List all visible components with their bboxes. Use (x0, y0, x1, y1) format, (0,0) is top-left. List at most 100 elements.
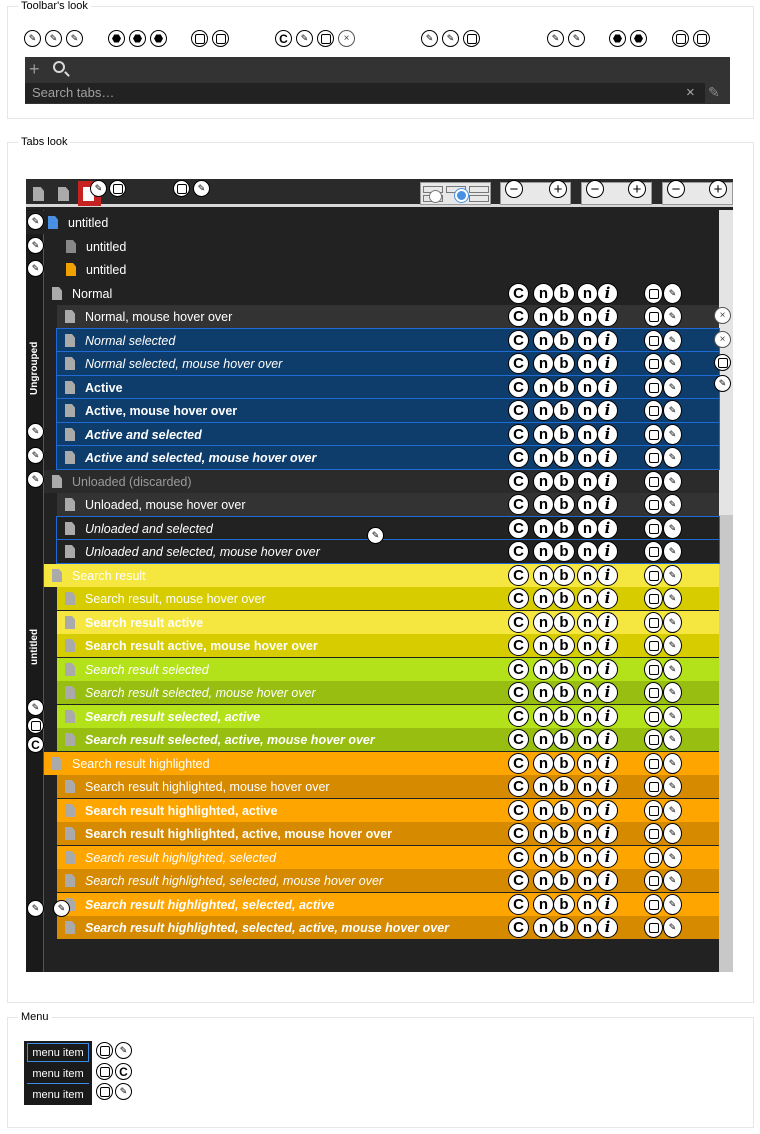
tab-row[interactable]: Search result selected, mouse hover over (57, 681, 719, 704)
tab-row[interactable]: Unloaded, mouse hover over (57, 493, 719, 516)
paint-bucket-icon: ✎ (115, 1042, 132, 1059)
b-letter-icon: b (553, 353, 575, 374)
tab-row[interactable]: Search result highlighted, active, mouse… (57, 822, 719, 845)
tab-row[interactable]: Search result highlighted, active (57, 799, 719, 822)
n-letter-icon: n (577, 729, 598, 750)
close-icon[interactable]: × (686, 84, 695, 101)
n-letter-icon: n (577, 518, 598, 539)
square-icon (644, 729, 663, 750)
search-icon[interactable] (53, 61, 65, 73)
n-letter-icon: n (577, 847, 598, 868)
tab-row[interactable]: Search result highlighted, mouse hover o… (57, 775, 719, 798)
c-letter-icon: C (508, 588, 529, 609)
document-icon (65, 592, 75, 605)
square-icon (317, 30, 334, 47)
tab-label: Search result highlighted, mouse hover o… (85, 779, 330, 794)
zoom-out-icon[interactable]: − (505, 180, 523, 198)
tab-row[interactable]: Unloaded and selected (56, 516, 720, 541)
scrollbar[interactable] (719, 210, 733, 972)
paint-bucket-icon: ✎ (296, 30, 313, 47)
n-letter-icon: n (577, 917, 598, 938)
n-letter-icon: n (533, 424, 554, 445)
square-icon (644, 447, 663, 468)
hexagon-icon (108, 30, 125, 47)
square-icon (463, 30, 480, 47)
menu-item[interactable]: menu item (27, 1043, 89, 1062)
tab-row[interactable]: Normal selected (56, 328, 720, 353)
n-letter-icon: n (533, 471, 554, 492)
c-letter-icon: C (508, 424, 529, 445)
tab-label: Normal, mouse hover over (85, 309, 233, 324)
zoom-in-icon[interactable]: + (549, 180, 567, 198)
radio-button[interactable] (429, 190, 442, 203)
tab-label: Active (85, 380, 123, 395)
tab-row[interactable]: Active and selected, mouse hover over (56, 445, 720, 470)
tab-row[interactable]: Search result active (57, 611, 719, 634)
square-icon (644, 588, 663, 609)
square-icon (644, 870, 663, 891)
tab-label: Normal selected, mouse hover over (85, 356, 283, 371)
tab-row[interactable]: Search result selected, active, mouse ho… (57, 728, 719, 751)
tab-row[interactable]: Search result highlighted, selected (57, 846, 719, 869)
search-input[interactable]: Search tabs… (25, 83, 705, 103)
n-letter-icon: n (533, 306, 554, 327)
plus-icon[interactable]: + (29, 60, 40, 78)
i-letter-icon: i (597, 894, 618, 915)
tab-row[interactable]: Normal selected, mouse hover over (56, 351, 720, 376)
tab-row[interactable]: untitled (44, 235, 719, 258)
paint-bucket-icon: ✎ (24, 30, 41, 47)
tab-row[interactable]: Search result highlighted, selected, act… (57, 916, 719, 939)
square-icon (644, 424, 663, 445)
tab-row[interactable]: Search result highlighted, selected, act… (57, 893, 719, 916)
i-letter-icon: i (597, 870, 618, 891)
c-letter-icon: C (508, 800, 529, 821)
paint-bucket-icon: ✎ (45, 30, 62, 47)
tab-row[interactable]: Search result selected, active (57, 705, 719, 728)
zoom-in-icon[interactable]: + (628, 180, 646, 198)
tab-label: untitled (68, 215, 109, 230)
document-icon[interactable] (58, 187, 69, 201)
tab-row[interactable]: Search result highlighted, selected, mou… (57, 869, 719, 892)
n-letter-icon: n (577, 447, 598, 468)
tab-row[interactable]: untitled (44, 258, 719, 281)
paint-bucket-icon: ✎ (27, 471, 44, 488)
tab-row[interactable]: Active and selected (56, 422, 720, 447)
hexagon-icon (150, 30, 167, 47)
square-icon (644, 471, 663, 492)
radio-button-selected[interactable] (455, 189, 468, 202)
tab-row[interactable]: Active (56, 375, 720, 400)
square-icon (644, 706, 663, 727)
tab-row[interactable]: Search result active, mouse hover over (57, 634, 719, 657)
paint-bucket-icon: ✎ (663, 706, 682, 727)
close-icon[interactable]: × (714, 307, 731, 324)
tab-row[interactable]: Active, mouse hover over (56, 398, 720, 423)
menu-item[interactable]: menu item (27, 1065, 89, 1084)
zoom-out-icon[interactable]: − (586, 180, 604, 198)
b-letter-icon: b (553, 870, 575, 891)
pencil-icon[interactable]: ✎ (708, 84, 720, 101)
document-icon[interactable] (33, 187, 44, 201)
zoom-in-icon[interactable]: + (709, 180, 727, 198)
n-letter-icon: n (577, 776, 598, 797)
tab-row[interactable]: Search result selected (57, 658, 719, 681)
document-icon (65, 498, 75, 511)
menu-item[interactable]: menu item (27, 1086, 89, 1105)
group-label-untitled: untitled (29, 628, 40, 665)
i-letter-icon: i (597, 518, 618, 539)
n-letter-icon: n (533, 353, 554, 374)
square-icon (644, 541, 663, 562)
section-title: Toolbar's look (21, 0, 88, 12)
zoom-out-icon[interactable]: − (667, 180, 685, 198)
paint-bucket-icon: ✎ (115, 1083, 132, 1100)
tab-label: Search result highlighted, active (85, 803, 278, 818)
close-icon[interactable]: × (714, 331, 731, 348)
i-letter-icon: i (597, 565, 618, 586)
square-icon (644, 400, 663, 421)
tab-row[interactable]: Unloaded and selected, mouse hover over (56, 539, 720, 564)
b-letter-icon: b (553, 635, 575, 656)
document-icon (52, 569, 62, 582)
tab-row[interactable]: Normal, mouse hover over (57, 305, 719, 328)
tab-row[interactable]: untitled (26, 211, 719, 234)
tab-row[interactable]: Search result, mouse hover over (57, 587, 719, 610)
document-icon (65, 710, 75, 723)
